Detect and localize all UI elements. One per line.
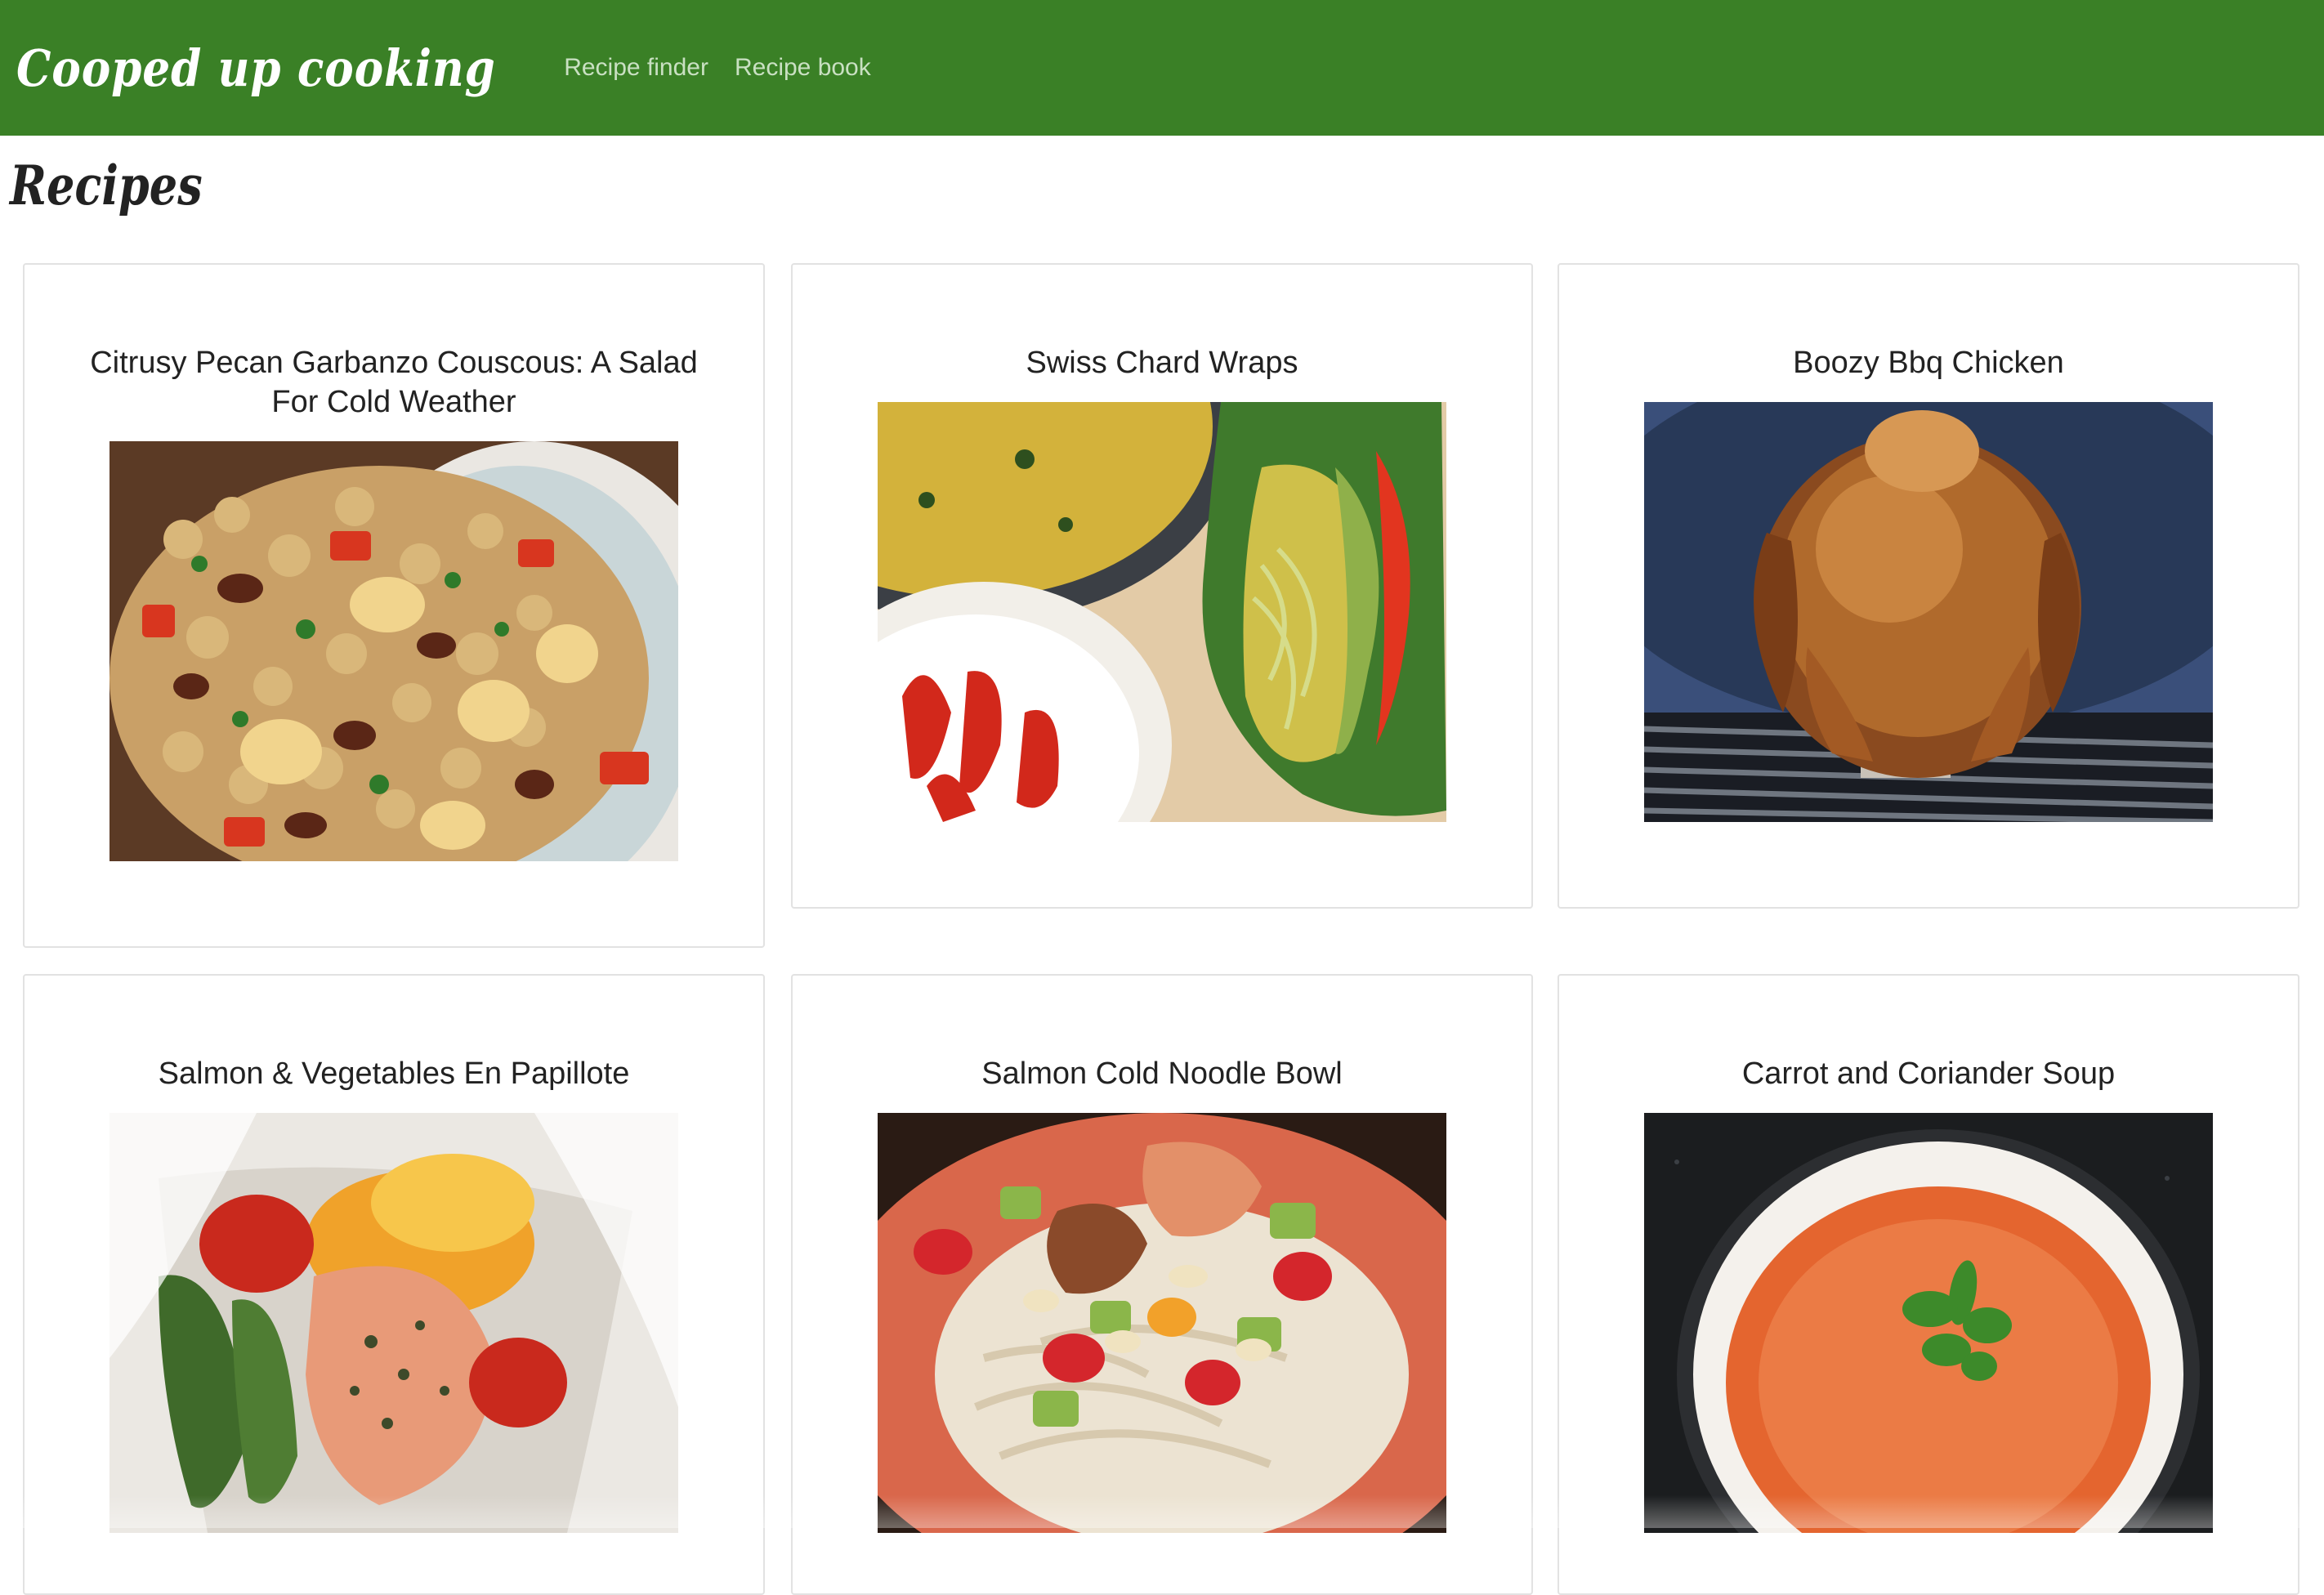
recipe-image[interactable] <box>878 1113 1446 1533</box>
recipe-title: Citrusy Pecan Garbanzo Couscous: A Salad… <box>74 343 714 422</box>
recipe-image[interactable] <box>1644 402 2213 822</box>
page-title: Recipes <box>10 154 203 217</box>
nav-links: Recipe finder Recipe book <box>564 54 897 82</box>
recipe-title: Carrot and Coriander Soup <box>1608 1054 2249 1093</box>
brand-logo[interactable]: Cooped up cooking <box>16 38 496 98</box>
recipe-image[interactable] <box>109 1113 678 1533</box>
recipe-card[interactable]: Salmon Cold Noodle Bowl <box>791 974 1533 1595</box>
recipe-title: Salmon & Vegetables En Papillote <box>74 1054 714 1093</box>
recipe-image[interactable] <box>878 402 1446 822</box>
recipe-title: Salmon Cold Noodle Bowl <box>842 1054 1482 1093</box>
recipe-card[interactable]: Boozy Bbq Chicken <box>1558 263 2299 909</box>
top-navbar: Cooped up cooking Recipe finder Recipe b… <box>0 0 2324 136</box>
nav-link-recipe-book[interactable]: Recipe book <box>735 54 871 82</box>
recipe-image[interactable] <box>1644 1113 2213 1533</box>
recipe-card[interactable]: Carrot and Coriander Soup <box>1558 974 2299 1595</box>
recipe-title: Swiss Chard Wraps <box>842 343 1482 382</box>
recipe-card[interactable]: Citrusy Pecan Garbanzo Couscous: A Salad… <box>23 263 765 948</box>
nav-link-recipe-finder[interactable]: Recipe finder <box>564 54 708 82</box>
recipe-image[interactable] <box>109 441 678 861</box>
recipe-card[interactable]: Swiss Chard Wraps <box>791 263 1533 909</box>
recipe-card[interactable]: Salmon & Vegetables En Papillote <box>23 974 765 1595</box>
recipe-title: Boozy Bbq Chicken <box>1608 343 2249 382</box>
